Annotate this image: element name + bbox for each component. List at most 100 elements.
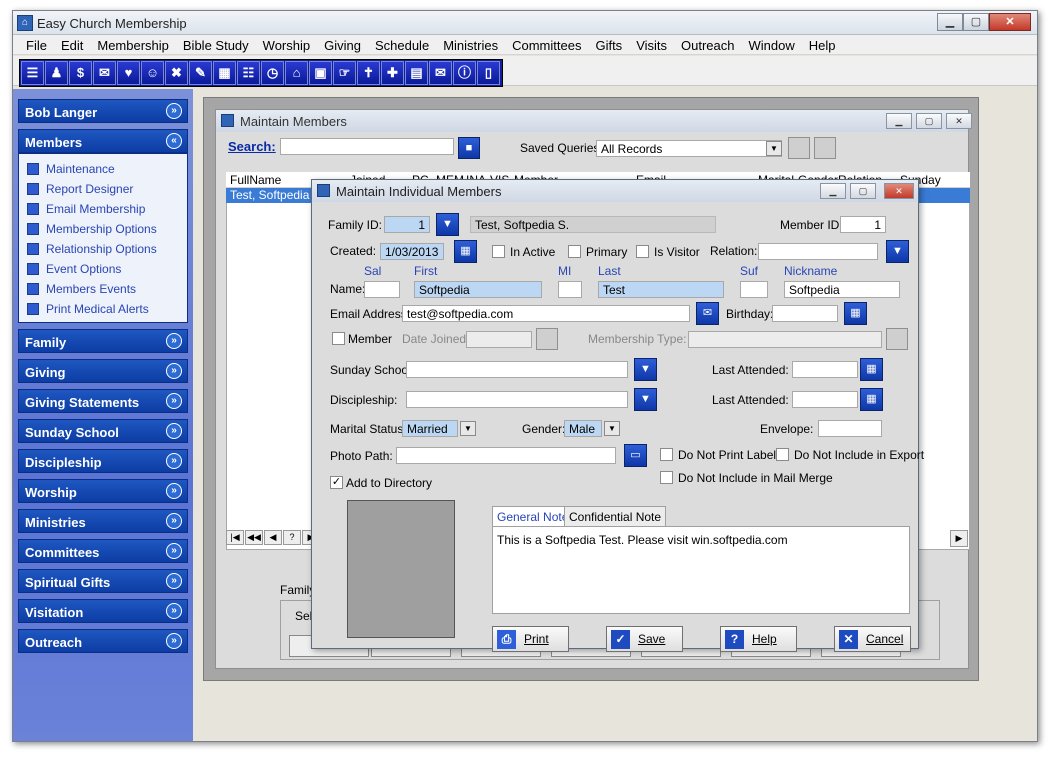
group-icon[interactable]: ☺ [141, 61, 164, 85]
folder-open-icon[interactable]: ▭ [624, 444, 647, 467]
primary-checkbox[interactable] [568, 245, 581, 258]
chevron-down-icon[interactable]: » [166, 333, 182, 349]
sidebar-section[interactable]: Family » [18, 329, 188, 353]
relation-dropdown-button[interactable]: ▼ [886, 240, 909, 263]
chevron-down-icon[interactable]: » [166, 573, 182, 589]
disc-calendar-icon[interactable]: ▦ [860, 388, 883, 411]
menu-item[interactable]: Outreach [674, 35, 741, 54]
tab-general-note[interactable]: General Note [492, 506, 574, 527]
person-icon[interactable]: ♟ [45, 61, 68, 85]
first-record-button[interactable]: |◀ [226, 530, 244, 545]
menu-item[interactable]: Worship [256, 35, 317, 54]
column-header[interactable]: FullName [230, 173, 281, 187]
marital-select[interactable]: Married [402, 420, 458, 437]
email-send-icon[interactable]: ✉ [696, 302, 719, 325]
clock-icon[interactable]: ◷ [261, 61, 284, 85]
menu-item[interactable]: Ministries [436, 35, 505, 54]
suffix-field[interactable] [740, 281, 768, 298]
hand-icon[interactable]: ☞ [333, 61, 356, 85]
sidebar-item[interactable]: Membership Options [27, 220, 157, 238]
in-active-checkbox[interactable] [492, 245, 505, 258]
no-print-label-checkbox[interactable] [660, 448, 673, 461]
dlg-close-button[interactable]: ✕ [884, 183, 914, 199]
close-button[interactable]: ✕ [989, 13, 1031, 31]
pen-icon[interactable]: ✎ [189, 61, 212, 85]
search-button[interactable]: ■ [458, 137, 480, 159]
family-lookup-button[interactable]: ▼ [436, 213, 459, 236]
search-input[interactable] [280, 138, 454, 155]
chevron-down-icon[interactable]: ▼ [766, 141, 782, 156]
sidebar-members-header[interactable]: Members « [18, 129, 188, 153]
home-icon[interactable]: ⌂ [285, 61, 308, 85]
sidebar-section[interactable]: Outreach » [18, 629, 188, 653]
sidebar-section[interactable]: Worship » [18, 479, 188, 503]
no-export-checkbox[interactable] [776, 448, 789, 461]
member-photo[interactable] [347, 500, 455, 638]
chevron-down-icon[interactable]: » [166, 423, 182, 439]
sidebar-section[interactable]: Ministries » [18, 509, 188, 533]
print-button[interactable]: ⎙ Print [492, 626, 569, 652]
sidebar-section[interactable]: Discipleship » [18, 449, 188, 473]
calendar-icon[interactable]: ▦ [213, 61, 236, 85]
sidebar-section[interactable]: Spiritual Gifts » [18, 569, 188, 593]
chevron-down-icon[interactable]: » [166, 513, 182, 529]
prev-page-button[interactable]: ◀◀ [245, 530, 263, 545]
chevron-down-icon[interactable]: » [166, 363, 182, 379]
query-button-2[interactable] [814, 137, 836, 159]
birthday-calendar-icon[interactable]: ▦ [844, 302, 867, 325]
chevron-down-icon[interactable]: » [166, 453, 182, 469]
scroll-right-button[interactable]: ▶ [950, 530, 968, 547]
help-record-button[interactable]: ? [283, 530, 301, 545]
tools-icon[interactable]: ✖ [165, 61, 188, 85]
sidebar-section[interactable]: Sunday School » [18, 419, 188, 443]
chevron-down-icon[interactable]: » [166, 633, 182, 649]
chevron-down-icon[interactable]: » [166, 603, 182, 619]
mi-field[interactable] [558, 281, 582, 298]
chevron-down-icon[interactable]: ▼ [460, 421, 476, 436]
envelope-icon[interactable]: ✉ [429, 61, 452, 85]
cancel-button[interactable]: ✕ Cancel [834, 626, 911, 652]
nickname-field[interactable]: Softpedia [784, 281, 900, 298]
dlg-restore-button[interactable]: ▢ [850, 183, 876, 199]
menu-item[interactable]: Giving [317, 35, 368, 54]
discipleship-field[interactable] [406, 391, 628, 408]
menu-item[interactable]: Gifts [588, 35, 629, 54]
ss-calendar-icon[interactable]: ▦ [860, 358, 883, 381]
sidebar-item[interactable]: Report Designer [27, 180, 133, 198]
menu-item[interactable]: Schedule [368, 35, 436, 54]
people-icon[interactable]: ☷ [237, 61, 260, 85]
gender-select[interactable]: Male [564, 420, 602, 437]
mm-close-button[interactable]: ✕ [946, 113, 972, 129]
mm-minimize-button[interactable]: ▁ [886, 113, 912, 129]
mm-restore-button[interactable]: ▢ [916, 113, 942, 129]
discipleship-dropdown-button[interactable]: ▼ [634, 388, 657, 411]
chevron-down-icon[interactable]: » [166, 483, 182, 499]
saved-queries-select[interactable]: All Records [596, 140, 782, 157]
chevron-down-icon[interactable]: » [166, 393, 182, 409]
menu-item[interactable]: Membership [90, 35, 176, 54]
tab-confidential-note[interactable]: Confidential Note [564, 506, 667, 526]
maximize-button[interactable]: ▢ [963, 13, 989, 31]
sunday-school-field[interactable] [406, 361, 628, 378]
sidebar-item[interactable]: Print Medical Alerts [27, 300, 149, 318]
door-icon[interactable]: ▯ [477, 61, 500, 85]
menu-item[interactable]: Bible Study [176, 35, 256, 54]
birthday-field[interactable] [772, 305, 838, 322]
sidebar-section[interactable]: Committees » [18, 539, 188, 563]
dlg-minimize-button[interactable]: ▁ [820, 183, 846, 199]
menu-item[interactable]: Committees [505, 35, 588, 54]
menu-item[interactable]: File [19, 35, 54, 54]
book-icon[interactable]: ▤ [405, 61, 428, 85]
chevron-up-icon[interactable]: « [166, 133, 182, 149]
query-button-1[interactable] [788, 137, 810, 159]
sidebar-user[interactable]: Bob Langer » [18, 99, 188, 123]
sidebar-section[interactable]: Giving Statements » [18, 389, 188, 413]
sidebar-item[interactable]: Event Options [27, 260, 121, 278]
chevron-down-icon[interactable]: ▼ [604, 421, 620, 436]
chevron-down-icon[interactable]: » [166, 543, 182, 559]
mail-icon[interactable]: ✉ [93, 61, 116, 85]
members-icon[interactable]: ☰ [21, 61, 44, 85]
sidebar-item[interactable]: Email Membership [27, 200, 145, 218]
ss-last-attended-field[interactable] [792, 361, 858, 378]
prev-record-button[interactable]: ◀ [264, 530, 282, 545]
